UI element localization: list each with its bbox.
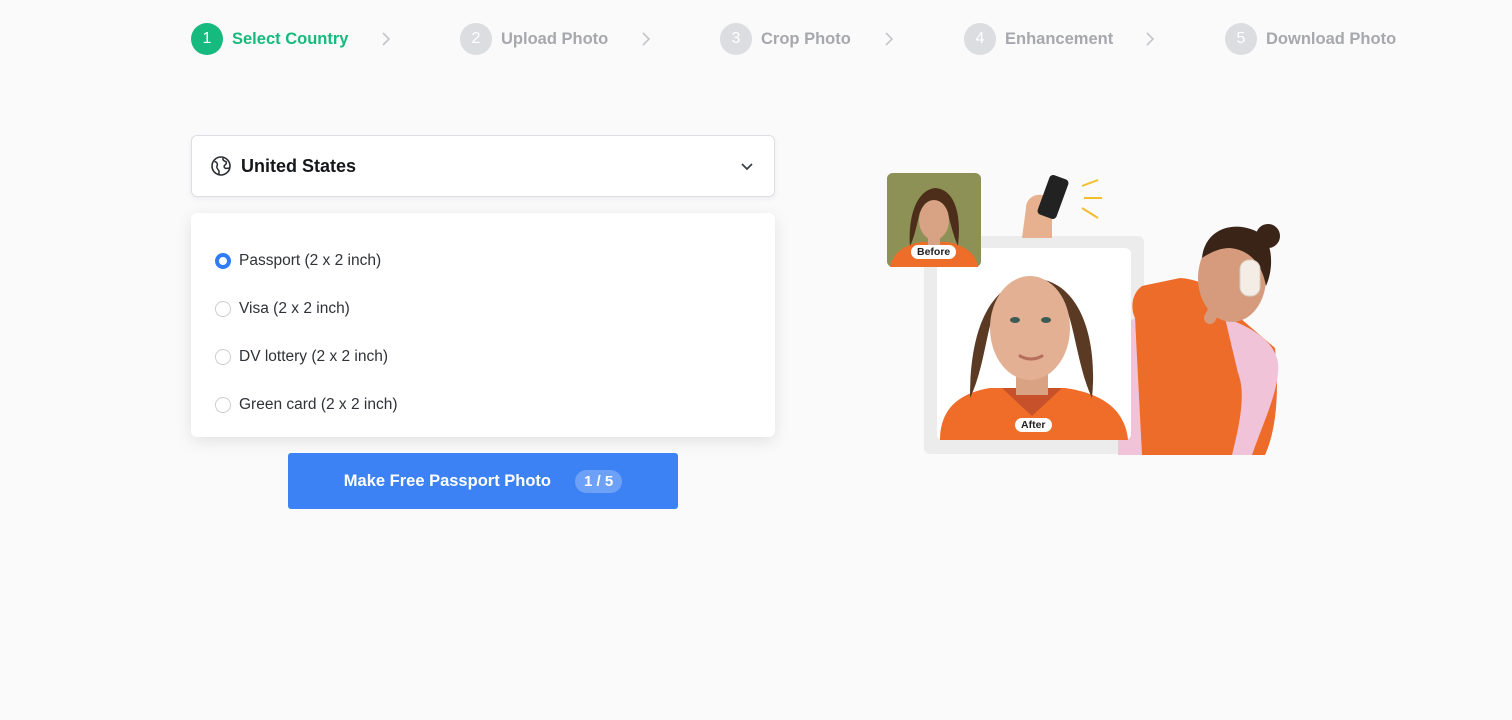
chevron-right-icon [637, 30, 655, 48]
before-label: Before [911, 245, 957, 259]
button-label: Make Free Passport Photo [343, 471, 552, 490]
step-select-country[interactable]: 1 Select Country [191, 22, 348, 56]
selected-country: United States [241, 155, 357, 176]
illustration-graphic [887, 173, 1280, 455]
doc-option-visa[interactable]: Visa (2 x 2 inch) [191, 285, 775, 333]
step-label: Upload Photo [501, 29, 609, 48]
step-enhancement[interactable]: 4 Enhancement [964, 22, 1113, 56]
doc-option-label: Green card (2 x 2 inch) [239, 396, 398, 413]
after-label: After [1015, 418, 1052, 432]
radio-button-checked[interactable] [215, 253, 231, 269]
step-label: Crop Photo [761, 29, 851, 48]
step-number: 4 [964, 23, 996, 55]
step-label: Select Country [232, 29, 349, 48]
progress-stepper: 1 Select Country 2 Upload Photo 3 Crop P… [0, 22, 1512, 56]
radio-button[interactable] [215, 397, 231, 413]
doc-option-dv-lottery[interactable]: DV lottery (2 x 2 inch) [191, 333, 775, 381]
radio-button[interactable] [215, 349, 231, 365]
document-type-list: Passport (2 x 2 inch) Visa (2 x 2 inch) … [191, 213, 775, 437]
step-upload-photo[interactable]: 2 Upload Photo [460, 22, 608, 56]
country-select[interactable]: United States [191, 135, 775, 197]
radio-button[interactable] [215, 301, 231, 317]
before-after-illustration: Before After [880, 168, 1300, 458]
chevron-right-icon [377, 30, 395, 48]
step-crop-photo[interactable]: 3 Crop Photo [720, 22, 851, 56]
step-number: 5 [1225, 23, 1257, 55]
doc-option-label: Passport (2 x 2 inch) [239, 252, 382, 269]
step-number: 3 [720, 23, 752, 55]
doc-option-label: Visa (2 x 2 inch) [239, 300, 350, 317]
step-label: Enhancement [1005, 29, 1114, 48]
step-number: 2 [460, 23, 492, 55]
chevron-down-icon[interactable] [738, 157, 756, 175]
doc-option-label: DV lottery (2 x 2 inch) [239, 348, 389, 365]
make-passport-photo-button[interactable]: Make Free Passport Photo 1 / 5 [288, 453, 678, 509]
globe-icon [210, 155, 232, 177]
doc-option-passport[interactable]: Passport (2 x 2 inch) [191, 237, 775, 285]
step-number: 1 [191, 23, 223, 55]
chevron-right-icon [1141, 30, 1159, 48]
step-label: Download Photo [1266, 29, 1397, 48]
step-download-photo[interactable]: 5 Download Photo [1225, 22, 1396, 56]
chevron-right-icon [880, 30, 898, 48]
usage-counter-badge: 1 / 5 [575, 469, 623, 493]
doc-option-green-card[interactable]: Green card (2 x 2 inch) [191, 381, 775, 429]
